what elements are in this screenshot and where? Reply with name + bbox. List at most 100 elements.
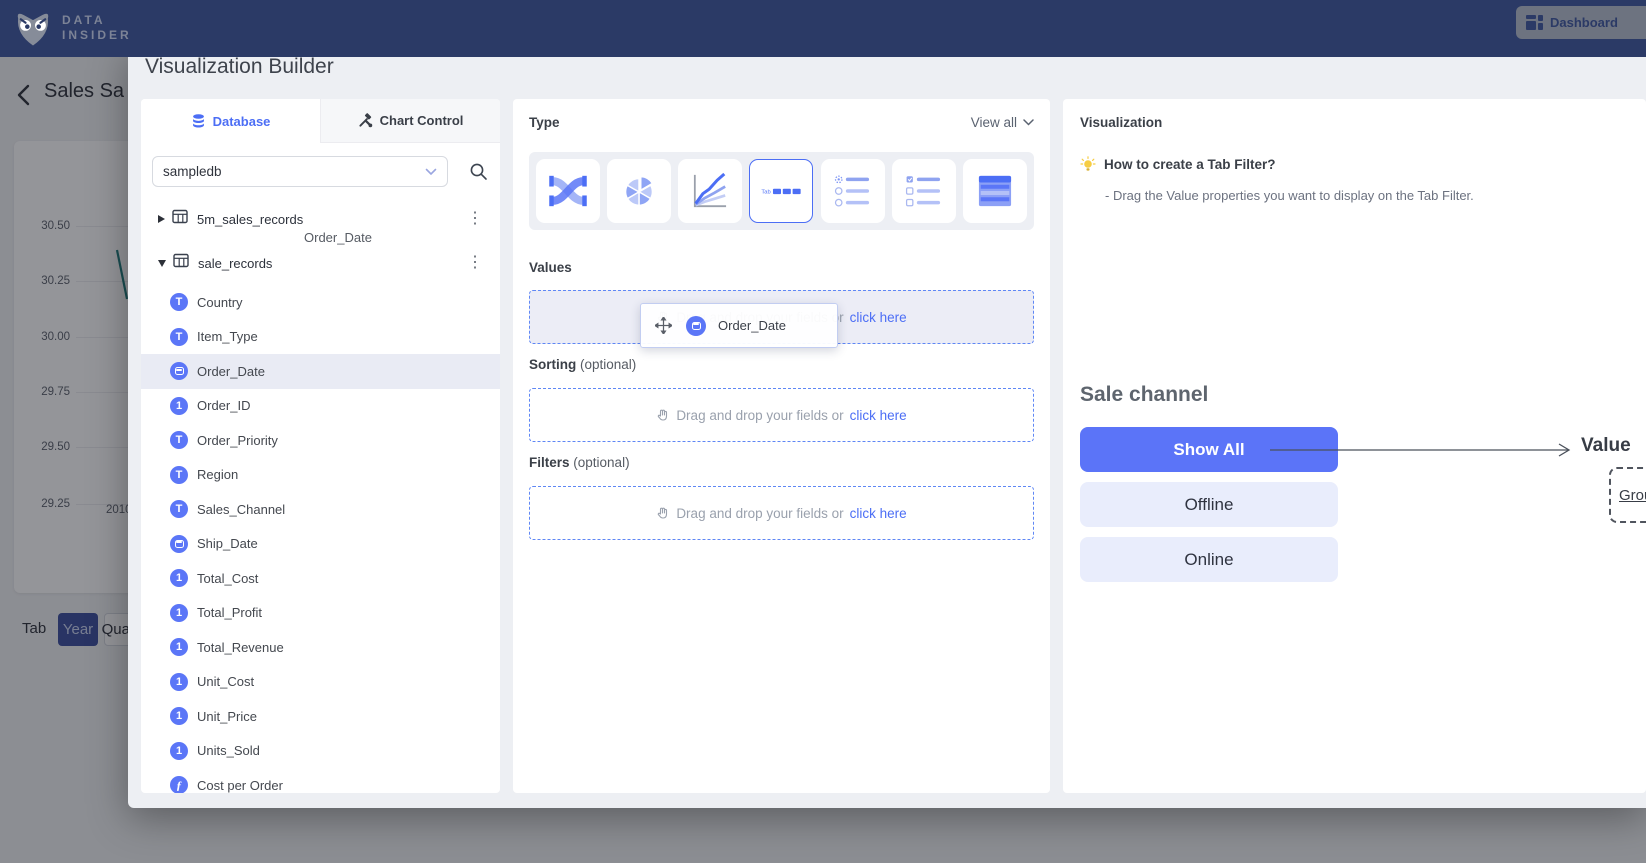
field-label: Sales_Channel [197,502,285,517]
table-name: sale_records [198,256,272,271]
dropzone-click-here-link[interactable]: click here [850,506,907,521]
visualization-builder-modal: Visualization Builder Database Chart C [128,44,1646,808]
database-panel: Database Chart Control sampledb [141,99,500,793]
chart-type-table[interactable] [963,159,1027,223]
dropzone-text: Drag and drop your fields or [676,506,843,521]
field-row-item_type[interactable]: TItem_Type [141,320,500,355]
checkbox-list-icon [899,166,949,216]
field-label: Total_Cost [197,571,258,586]
app-logo[interactable]: DATA INSIDER [12,6,132,50]
chart-type-sankey[interactable] [536,159,600,223]
drag-ghost-card[interactable]: Order_Date [640,303,838,348]
sorting-section-title: Sorting (optional) [529,357,636,372]
field-label: Cost per Order [197,778,283,793]
modal-title: Visualization Builder [145,55,334,79]
chart-type-line[interactable] [678,159,742,223]
sankey-chart-icon [543,166,593,216]
svg-text:Tab: Tab [762,190,771,196]
chart-type-tab-filter[interactable]: Tab [749,159,813,223]
field-type-number-icon: 1 [170,569,188,587]
hand-drag-icon [656,506,670,520]
field-type-text-icon: T [170,500,188,518]
field-row-total_cost[interactable]: 1 Total_Cost [141,561,500,596]
field-row-unit_price[interactable]: 1Unit_Price [141,699,500,734]
field-type-number-icon: 1 [170,397,188,415]
chart-type-strip: Tab [529,152,1034,230]
tip-title: How to create a Tab Filter? [1104,157,1276,172]
table-row-sale-records[interactable]: sale_records ⋮ [141,241,500,285]
hand-drag-icon [656,408,670,422]
drag-ghost-label: Order_Date [718,318,786,333]
kebab-menu-icon[interactable]: ⋮ [467,211,483,227]
field-label: Unit_Cost [197,674,254,689]
visualization-section-title: Visualization [1080,115,1162,130]
database-select[interactable]: sampledb [152,156,448,187]
field-row-cost-per-order[interactable]: ƒCost per Order [141,768,500,793]
option-button-offline[interactable]: Offline [1080,482,1338,527]
field-label: Ship_Date [197,536,258,551]
pie-chart-icon [614,166,664,216]
field-row-total_profit[interactable]: 1Total_Profit [141,596,500,631]
field-row-region[interactable]: T Region [141,458,500,493]
dashboard-icon [1526,15,1543,30]
field-type-number-icon: 1 [170,742,188,760]
dashboard-button[interactable]: Dashboard [1516,6,1646,39]
tab-database-label: Database [213,114,271,129]
caret-right-icon[interactable] [158,215,165,223]
filters-dropzone[interactable]: Drag and drop your fields or click here [529,486,1034,540]
field-row-order_priority[interactable]: TOrder_Priority [141,423,500,458]
chart-type-checkbox-list[interactable] [892,159,956,223]
option-button-online[interactable]: Online [1080,537,1338,582]
field-type-number-icon: 1 [170,673,188,691]
field-label: Order_Date [197,364,265,379]
search-icon[interactable] [469,162,488,186]
table-row-5m-sales-records[interactable]: 5m_sales_records ⋮ [141,197,500,241]
kebab-menu-icon[interactable]: ⋮ [467,255,483,271]
dropzone-click-here-link[interactable]: click here [850,310,907,325]
view-all-button[interactable]: View all [971,115,1034,130]
tab-filter-icon: Tab [756,166,806,216]
field-label: Region [197,467,238,482]
field-label: Order_ID [197,398,250,413]
chevron-down-icon [1023,119,1034,126]
field-type-text-icon: T [170,466,188,484]
caret-down-icon[interactable] [158,260,166,267]
top-navigation-bar: DATA INSIDER Dashboard [0,0,1646,57]
field-row-order_id[interactable]: 1 Order_ID [141,389,500,424]
logo-text-line1: DATA [62,13,132,28]
sorting-dropzone[interactable]: Drag and drop your fields or click here [529,388,1034,442]
chart-type-pie[interactable] [607,159,671,223]
tab-database[interactable]: Database [141,99,320,143]
field-type-date-icon [686,316,706,336]
values-section-title: Values [529,260,572,275]
database-select-value: sampledb [163,164,222,179]
field-label: Order_Priority [197,433,278,448]
table-chart-icon [970,166,1020,216]
field-row-ship_date[interactable]: Ship_Date [141,527,500,562]
field-row-order_date[interactable]: Order_Date [141,354,500,389]
lightbulb-icon [1080,156,1096,173]
field-row-units_sold[interactable]: 1 Units_Sold [141,734,500,769]
owl-logo-icon [12,6,54,50]
annotation-value-label: Value [1581,435,1631,457]
field-label: Total_Revenue [197,640,284,655]
table-icon [173,253,189,273]
tab-chart-control[interactable]: Chart Control [320,99,500,143]
field-label: Units_Sold [197,743,260,758]
dropzone-click-here-link[interactable]: click here [850,408,907,423]
field-row-sales_channel[interactable]: T Sales_Channel [141,492,500,527]
type-section-title: Type [529,115,560,130]
chart-type-radio-list[interactable] [821,159,885,223]
annotation-group-box: Group [1609,467,1646,523]
view-all-label: View all [971,115,1017,130]
line-chart-icon [685,166,735,216]
field-type-text-icon: T [170,293,188,311]
dropzone-text: Drag and drop your fields or [676,408,843,423]
annotation-group-label[interactable]: Group [1619,487,1646,504]
field-label: Unit_Price [197,709,257,724]
field-row-unit_cost[interactable]: 1 Unit_Cost [141,665,500,700]
field-type-number-icon: 1 [170,638,188,656]
field-row-total_revenue[interactable]: 1 Total_Revenue [141,630,500,665]
field-row-country[interactable]: TCountry [141,285,500,320]
field-type-number-icon: 1 [170,604,188,622]
